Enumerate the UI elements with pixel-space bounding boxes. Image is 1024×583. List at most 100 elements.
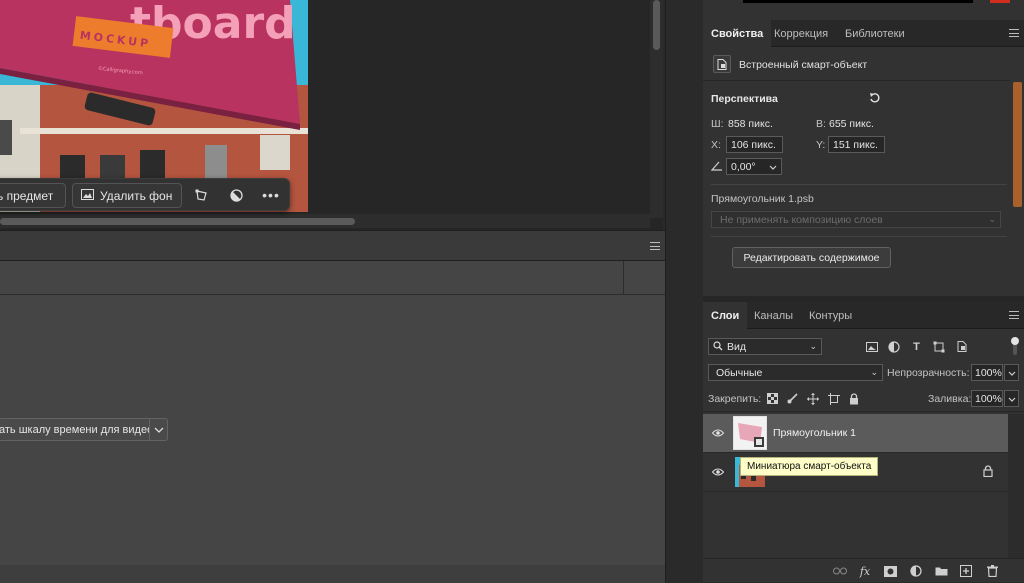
panel-gutter — [665, 0, 703, 582]
horizontal-scrollbar-thumb[interactable] — [0, 218, 355, 225]
adjustment-icon[interactable] — [228, 187, 244, 203]
more-options-icon[interactable]: ••• — [262, 187, 279, 203]
layer-row-selected[interactable]: Прямоугольник 1 — [703, 414, 1008, 452]
reset-icon[interactable] — [869, 92, 881, 104]
tab-libraries[interactable]: Библиотеки — [837, 20, 913, 47]
chevron-down-icon — [154, 424, 164, 436]
opacity-dropdown[interactable] — [1004, 364, 1019, 381]
transform-icon[interactable] — [193, 187, 209, 203]
tab-channels[interactable]: Каналы — [746, 302, 801, 329]
width-label: Ш: — [711, 118, 724, 130]
angle-input[interactable]: 0,00° — [726, 158, 782, 175]
layer-thumbnail[interactable] — [733, 416, 767, 450]
height-value: 655 пикс. — [829, 118, 874, 130]
height-label: В: — [816, 118, 826, 130]
perspective-heading: Перспектива — [711, 93, 778, 105]
visibility-eye-icon[interactable] — [712, 466, 724, 478]
opacity-input[interactable]: 100% — [971, 364, 1003, 381]
link-layers-icon[interactable] — [833, 564, 847, 578]
y-label: Y: — [816, 139, 826, 151]
remove-background-label: Удалить фон — [100, 188, 173, 203]
properties-scrollbar[interactable] — [1013, 82, 1022, 207]
linked-file-name: Прямоугольник 1.psb — [711, 193, 814, 205]
chevron-down-icon — [1008, 367, 1016, 379]
top-strip — [743, 0, 973, 3]
new-adjustment-layer-icon[interactable] — [909, 564, 923, 578]
layer-filter-label: Вид — [727, 340, 746, 353]
tab-layers[interactable]: Слои — [703, 302, 748, 329]
lock-position-move-icon[interactable] — [806, 392, 819, 405]
properties-tabbar: Свойства Коррекция Библиотеки — [703, 20, 1024, 47]
pixel-layer-filter-icon[interactable] — [865, 340, 878, 353]
opacity-label: Непрозрачность: — [887, 367, 970, 379]
new-group-folder-icon[interactable] — [934, 564, 948, 578]
layer-name[interactable]: Прямоугольник 1 — [773, 427, 856, 439]
select-subject-label: ь предмет — [0, 188, 54, 203]
lock-transparency-icon[interactable] — [766, 392, 779, 405]
filter-toggle-switch[interactable] — [1011, 337, 1019, 357]
divider — [703, 491, 1008, 492]
contextual-taskbar: ь предмет Удалить фон ••• — [0, 178, 290, 211]
tab-properties[interactable]: Свойства — [703, 20, 772, 47]
tab-adjustments[interactable]: Коррекция — [766, 20, 836, 47]
divider — [703, 411, 1024, 412]
smart-object-icon — [713, 55, 731, 73]
visibility-eye-icon[interactable] — [712, 427, 724, 439]
layer-style-fx-icon[interactable]: fx — [858, 564, 872, 578]
y-position-input[interactable]: 151 пикс. — [828, 136, 885, 153]
tab-paths[interactable]: Контуры — [801, 302, 860, 329]
object-type-label: Встроенный смарт-объект — [739, 59, 868, 71]
smart-object-thumbnail-tooltip: Миниатюра смарт-объекта — [740, 457, 879, 476]
angle-value: 0,00° — [731, 160, 756, 173]
shape-filter-icon[interactable] — [932, 340, 945, 353]
chevron-down-icon: ⌄ — [809, 341, 817, 351]
timeline-panel: ать шкалу времени для видео — [0, 230, 665, 583]
divider — [711, 184, 1007, 185]
timeline-divider — [623, 261, 624, 295]
vertical-scrollbar-thumb[interactable] — [653, 0, 660, 50]
timeline-type-dropdown[interactable] — [149, 418, 168, 441]
chevron-down-icon: ⌄ — [988, 214, 996, 224]
fill-input[interactable]: 100% — [971, 390, 1003, 407]
layers-scrollbar-track[interactable] — [1008, 414, 1024, 558]
smart-object-filter-icon[interactable] — [955, 340, 968, 353]
layers-tabbar: Слои Каналы Контуры — [703, 302, 1024, 329]
x-label: X: — [711, 139, 721, 151]
blend-mode-dropdown[interactable]: Обычные ⌄ — [708, 364, 883, 381]
lock-artboard-icon[interactable] — [827, 392, 840, 405]
new-layer-icon[interactable] — [959, 564, 973, 578]
blend-mode-value: Обычные — [716, 366, 763, 379]
lock-icon — [983, 465, 993, 478]
add-mask-icon[interactable] — [883, 564, 897, 578]
fill-dropdown[interactable] — [1004, 390, 1019, 407]
right-panels: Свойства Коррекция Библиотеки Встроенный… — [703, 0, 1024, 582]
chevron-down-icon — [1008, 393, 1016, 405]
timeline-footer — [0, 565, 665, 583]
layer-filter-dropdown[interactable]: Вид ⌄ — [708, 338, 822, 355]
lock-label: Закрепить: — [708, 393, 762, 405]
properties-menu-icon[interactable] — [1009, 29, 1019, 37]
divider — [711, 236, 1007, 237]
divider — [703, 80, 1010, 81]
delete-layer-trash-icon[interactable] — [985, 564, 999, 578]
chevron-down-icon: ⌄ — [870, 367, 878, 377]
type-filter-icon[interactable]: T — [910, 340, 923, 353]
fill-label: Заливка: — [928, 393, 972, 405]
remove-background-button[interactable]: Удалить фон — [72, 183, 182, 208]
timeline-toolbar — [0, 261, 665, 295]
select-subject-button[interactable]: ь предмет — [0, 183, 66, 208]
image-icon — [81, 188, 94, 203]
layers-menu-icon[interactable] — [1009, 311, 1019, 319]
layer-comp-placeholder: Не применять композицию слоев — [720, 213, 883, 226]
lock-pixels-brush-icon[interactable] — [786, 392, 799, 405]
timeline-menu-icon[interactable] — [650, 242, 660, 250]
lock-all-icon[interactable] — [847, 392, 860, 405]
layer-comp-dropdown[interactable]: Не применять композицию слоев ⌄ — [711, 211, 1001, 228]
edit-contents-button[interactable]: Редактировать содержимое — [732, 247, 891, 268]
width-value: 858 пикс. — [728, 118, 773, 130]
create-video-timeline-button[interactable]: ать шкалу времени для видео — [0, 418, 165, 441]
search-icon — [713, 341, 723, 354]
adjustment-filter-icon[interactable] — [887, 340, 900, 353]
document-canvas[interactable]: tboard MOCKUP ©Calligraphy.com ь предмет… — [0, 0, 663, 230]
x-position-input[interactable]: 106 пикс. — [726, 136, 783, 153]
